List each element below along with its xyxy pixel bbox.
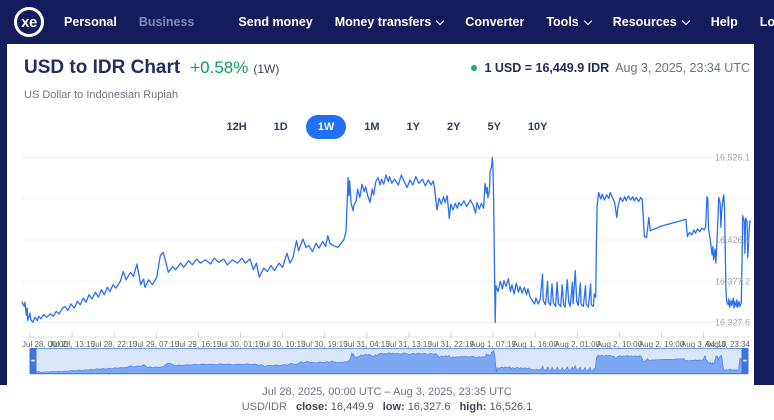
pair-label: USD/IDR [242, 401, 287, 413]
range-button-1m[interactable]: 1M [355, 115, 388, 139]
high-value: 16,526.1 [489, 401, 532, 413]
nav-item-tools-label: Tools [546, 15, 578, 29]
chart-date-range: Jul 28, 2025, 00:00 UTC – Aug 3, 2025, 2… [0, 386, 774, 398]
page-background-edge [754, 44, 774, 385]
range-button-10y[interactable]: 10Y [519, 115, 557, 139]
nav-item-send-money[interactable]: Send money [238, 15, 312, 29]
x-axis-label: Jul 28, 13:15 [49, 340, 95, 348]
y-axis-label: 16,526.1 [715, 153, 750, 163]
nav-item-money-transfers-label: Money transfers [335, 15, 432, 29]
x-axis-label: Aug 1, 16:00 [513, 340, 559, 348]
nav-item-login[interactable]: Login [760, 15, 774, 29]
range-button-12h[interactable]: 12H [217, 115, 255, 139]
close-label: close: [296, 401, 328, 413]
close-value: 16,449.9 [331, 401, 374, 413]
chevron-down-icon [681, 16, 689, 24]
nav-item-help[interactable]: Help [711, 15, 738, 29]
x-axis-label: Jul 31, 22:15 [428, 340, 474, 348]
price-chart[interactable]: Jul 28, 00:00Jul 28, 13:15Jul 28, 22:15J… [0, 147, 774, 348]
y-axis-label: 16,327.6 [715, 318, 750, 328]
range-button-5y[interactable]: 5Y [478, 115, 509, 139]
x-axis-label: Jul 29, 07:15 [133, 340, 179, 348]
handle-grip-icon [31, 360, 34, 362]
range-button-1w[interactable]: 1W [306, 115, 347, 139]
chevron-down-icon [584, 16, 592, 24]
low-label: low: [383, 401, 405, 413]
high-label: high: [460, 401, 487, 413]
handle-grip-icon [743, 360, 746, 362]
nav-item-tools[interactable]: Tools [546, 15, 590, 29]
low-value: 16,327.6 [408, 401, 451, 413]
chart-navigator[interactable] [0, 348, 774, 375]
range-button-1y[interactable]: 1Y [398, 115, 429, 139]
nav-right-group: Help Login Register [711, 7, 774, 37]
y-axis-label: 16,377.2 [715, 276, 750, 286]
nav-item-resources[interactable]: Resources [613, 15, 689, 29]
x-axis-label: Aug 1, 07:15 [470, 340, 516, 348]
chevron-down-icon [436, 16, 444, 24]
top-nav: xe Personal Business Send money Money tr… [0, 0, 774, 44]
percent-change: +0.58% [190, 58, 248, 78]
chart-ohlc-summary: USD/IDR close:16,449.9 low:16,327.6 high… [0, 401, 774, 413]
nav-item-resources-label: Resources [613, 15, 677, 29]
x-axis-label: Aug 2, 19:00 [639, 340, 685, 348]
range-selector: 12H 1D 1W 1M 1Y 2Y 5Y 10Y [0, 113, 774, 141]
y-axis-label: 16,426.9 [715, 235, 750, 245]
nav-item-business[interactable]: Business [139, 15, 195, 29]
range-button-2y[interactable]: 2Y [438, 115, 469, 139]
x-axis-label: Jul 30, 01:15 [218, 340, 264, 348]
change-period: (1W) [253, 62, 279, 76]
live-dot-icon [471, 65, 477, 71]
page-header: USD to IDR Chart +0.58% (1W) [24, 57, 279, 79]
page-subtitle: US Dollar to Indonesian Rupiah [24, 89, 178, 101]
x-axis-label: Aug 3, 23:34 [705, 340, 751, 348]
x-axis-label: Jul 31, 04:15 [344, 340, 390, 348]
x-axis-label: Aug 2, 10:00 [597, 340, 643, 348]
x-axis-label: Aug 2, 01:00 [555, 340, 601, 348]
x-axis-label: Jul 31, 13:15 [386, 340, 432, 348]
nav-item-personal[interactable]: Personal [64, 15, 117, 29]
live-rate-timestamp: Aug 3, 2025, 23:34 UTC [615, 61, 750, 75]
xe-logo[interactable]: xe [14, 7, 44, 37]
nav-item-money-transfers[interactable]: Money transfers [335, 15, 444, 29]
x-axis-label: Jul 30, 19:15 [302, 340, 348, 348]
nav-item-converter[interactable]: Converter [465, 15, 524, 29]
live-rate-value: 1 USD = 16,449.9 IDR [484, 61, 609, 75]
live-rate: 1 USD = 16,449.9 IDR Aug 3, 2025, 23:34 … [471, 61, 750, 75]
x-axis-label: Jul 30, 10:15 [260, 340, 306, 348]
page-title: USD to IDR Chart [24, 57, 180, 79]
x-axis-label: Jul 29, 16:15 [175, 340, 221, 348]
page-background-edge [0, 44, 7, 385]
x-axis-label: Jul 28, 22:15 [91, 340, 137, 348]
range-button-1d[interactable]: 1D [265, 115, 297, 139]
